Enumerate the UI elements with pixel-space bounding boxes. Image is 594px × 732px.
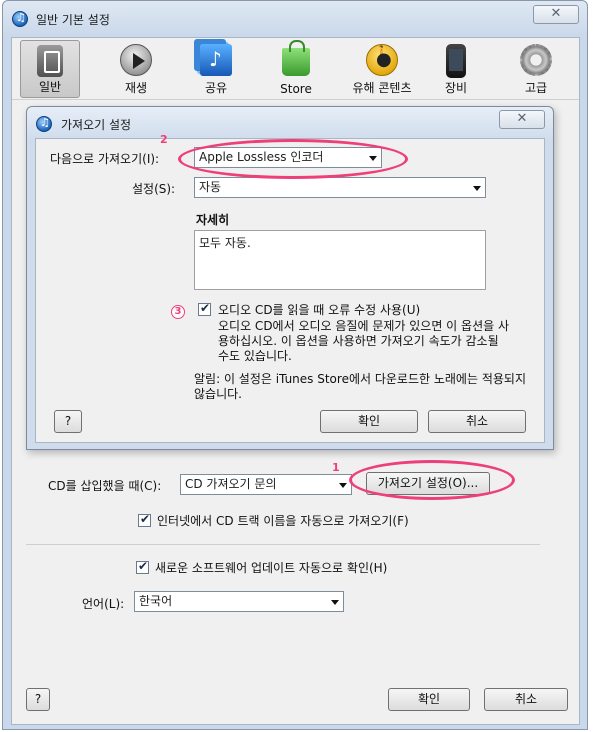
help-button[interactable]: ? <box>26 688 50 711</box>
play-icon <box>120 44 152 76</box>
annotation-marker-1: 1 <box>332 461 340 474</box>
preferences-toolbar: 일반 재생 공유 Store ● 유해 콘텐츠 장비 <box>12 38 579 100</box>
window-title: 일반 기본 설정 <box>36 13 110 27</box>
cd-insert-select[interactable]: CD 가져오기 문의 <box>180 474 352 495</box>
itunes-icon <box>36 116 52 132</box>
cd-insert-value: CD 가져오기 문의 <box>185 477 277 491</box>
setting-value: 자동 <box>199 180 222 194</box>
tab-playback-label: 재생 <box>124 81 148 95</box>
chevron-down-icon <box>339 483 347 488</box>
details-text: 모두 자동. <box>199 236 251 250</box>
auto-track-names-label: 인터넷에서 CD 트랙 이름을 자동으로 가져오기(F) <box>157 514 409 528</box>
chevron-down-icon <box>473 186 481 191</box>
dialog-close-button[interactable]: ✕ <box>499 110 545 129</box>
tab-devices[interactable]: 장비 <box>426 40 486 98</box>
annotation-marker-2: 2 <box>160 133 168 146</box>
language-value: 한국어 <box>139 594 173 608</box>
parental-icon: ● <box>366 44 398 76</box>
ok-button[interactable]: 확인 <box>388 688 470 711</box>
tab-parental[interactable]: ● 유해 콘텐츠 <box>346 40 418 98</box>
device-icon <box>446 44 466 78</box>
tab-advanced[interactable]: 고급 <box>506 40 566 98</box>
setting-select[interactable]: 자동 <box>194 177 486 198</box>
annotation-marker-3: 3 <box>171 305 185 319</box>
cancel-button[interactable]: 취소 <box>484 688 568 711</box>
tab-playback[interactable]: 재생 <box>106 40 166 98</box>
store-notice: 알림: 이 설정은 iTunes Store에서 다운로드한 노래에는 적용되지… <box>194 372 526 401</box>
details-box: 모두 자동. <box>194 230 486 290</box>
divider <box>26 544 540 545</box>
tab-general-label: 일반 <box>38 80 62 94</box>
tab-general[interactable]: 일반 <box>20 40 80 98</box>
error-correction-label: 오디오 CD를 읽을 때 오류 수정 사용(U) <box>218 303 421 317</box>
tab-devices-label: 장비 <box>444 81 468 95</box>
dialog-ok-button[interactable]: 확인 <box>320 410 418 433</box>
language-label: 언어(L): <box>82 597 125 611</box>
details-heading: 자세히 <box>196 213 230 227</box>
dialog-cancel-button[interactable]: 취소 <box>428 410 526 433</box>
import-using-label: 다음으로 가져오기(I): <box>50 152 160 166</box>
cd-insert-label: CD를 삽입했을 때(C): <box>48 479 162 493</box>
language-select[interactable]: 한국어 <box>134 591 344 612</box>
itunes-icon <box>12 11 28 27</box>
share-music-icon <box>200 44 232 76</box>
tab-parental-label: 유해 콘텐츠 <box>352 81 412 95</box>
auto-update-label: 새로운 소프트웨어 업데이트 자동으로 확인(H) <box>155 561 388 575</box>
window-close-button[interactable]: ✕ <box>533 5 579 24</box>
tab-store[interactable]: Store <box>266 40 326 98</box>
dialog-help-button[interactable]: ? <box>54 410 82 433</box>
highlight-ring-import-encoder <box>178 139 408 179</box>
tab-sharing-label: 공유 <box>204 81 228 95</box>
highlight-ring-import-settings <box>349 460 515 500</box>
error-correction-description: 오디오 CD에서 오디오 음질에 문제가 있으면 이 옵션을 사용하십시오. 이… <box>218 319 510 363</box>
tab-advanced-label: 고급 <box>524 81 548 95</box>
general-switch-icon <box>37 45 63 77</box>
gear-icon <box>520 44 552 76</box>
chevron-down-icon <box>331 600 339 605</box>
setting-label: 설정(S): <box>132 182 176 196</box>
error-correction-checkbox[interactable] <box>198 301 211 316</box>
dialog-client-area: 다음으로 가져오기(I): Apple Lossless 인코더 설정(S): … <box>35 138 545 443</box>
dialog-title: 가져오기 설정 <box>61 118 132 132</box>
tab-store-label: Store <box>280 82 312 96</box>
auto-update-checkbox[interactable] <box>136 559 149 574</box>
auto-track-names-checkbox[interactable] <box>138 512 151 527</box>
tab-sharing[interactable]: 공유 <box>186 40 246 98</box>
shopping-bag-icon <box>282 40 310 76</box>
